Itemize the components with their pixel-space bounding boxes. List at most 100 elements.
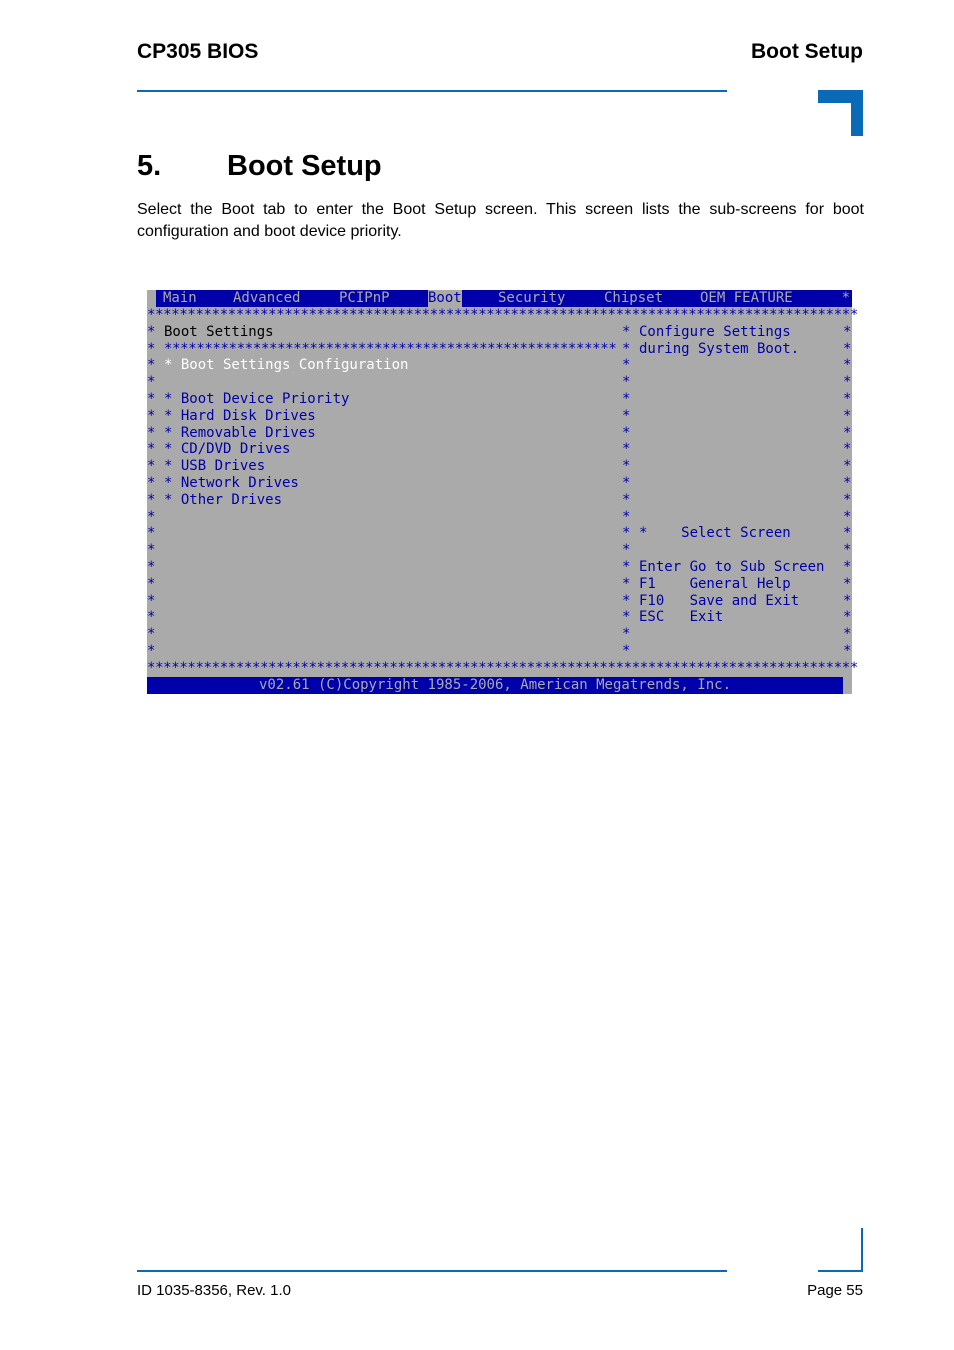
border-star: * bbox=[622, 357, 631, 374]
border-star: * bbox=[843, 626, 852, 643]
border-star: * bbox=[147, 424, 156, 441]
border-star: * bbox=[843, 357, 852, 374]
border-star: * bbox=[843, 340, 852, 357]
border-star: * bbox=[147, 458, 156, 475]
menu-item[interactable]: * Hard Disk Drives bbox=[164, 408, 316, 425]
menu-item[interactable]: * CD/DVD Drives bbox=[164, 441, 290, 458]
border-star: * bbox=[622, 542, 631, 559]
menu-item[interactable]: * USB Drives bbox=[164, 458, 265, 475]
bios-menubar: Main Advanced PCIPnP Boot Security Chips… bbox=[147, 290, 852, 307]
border-star: * bbox=[843, 475, 852, 491]
border-star: * bbox=[147, 525, 156, 542]
key-hint: F10 Save and Exit bbox=[639, 592, 800, 609]
border-star: * bbox=[843, 609, 852, 626]
key-hint: * Select Screen bbox=[639, 525, 791, 542]
border-star: * bbox=[843, 491, 852, 508]
panel-title: Boot Settings bbox=[164, 323, 274, 340]
border-star: * bbox=[843, 407, 852, 424]
border-line: ****************************************… bbox=[147, 659, 858, 676]
menu-item[interactable]: * Other Drives bbox=[164, 492, 282, 509]
border-star: * bbox=[622, 525, 631, 542]
bios-screenshot: Main Advanced PCIPnP Boot Security Chips… bbox=[147, 290, 858, 694]
menu-item[interactable]: * Boot Device Priority bbox=[164, 391, 349, 408]
border-star: * bbox=[147, 374, 156, 391]
footer-page-number: Page 55 bbox=[807, 1282, 863, 1299]
border-star: * bbox=[147, 575, 156, 592]
border-star: * bbox=[843, 391, 852, 407]
help-text: during System Boot. bbox=[639, 340, 800, 357]
border-star: * bbox=[147, 508, 156, 525]
header-doc-title: CP305 BIOS bbox=[137, 40, 259, 63]
border-star: * bbox=[622, 340, 631, 357]
border-star: * bbox=[147, 609, 156, 626]
section-title: Boot Setup bbox=[227, 150, 382, 182]
header-section-title: Boot Setup bbox=[751, 40, 863, 63]
corner-mark-top bbox=[818, 90, 863, 136]
border-star: * bbox=[147, 407, 156, 424]
border-star: * bbox=[147, 643, 156, 659]
border-star: * bbox=[622, 491, 631, 508]
border-star: * bbox=[622, 575, 631, 592]
panel-divider: ****************************************… bbox=[164, 340, 617, 357]
border-star: * bbox=[843, 323, 852, 340]
border-star: * bbox=[843, 525, 852, 542]
border-star: * bbox=[147, 441, 156, 458]
border-star: * bbox=[843, 441, 852, 458]
bios-tab-main[interactable]: Main bbox=[163, 290, 197, 307]
border-star: * bbox=[147, 626, 156, 643]
bios-footer: v02.61 (C)Copyright 1985-2006, American … bbox=[147, 677, 843, 694]
section-number: 5. bbox=[137, 150, 162, 182]
border-star: * bbox=[622, 559, 631, 575]
border-star: * bbox=[622, 374, 631, 391]
border-star: * bbox=[843, 575, 852, 592]
footer-rule bbox=[137, 1270, 727, 1272]
border-star: * bbox=[622, 626, 631, 643]
border-star: * bbox=[843, 508, 852, 525]
help-text: Configure Settings bbox=[639, 323, 791, 340]
bios-tab-security[interactable]: Security bbox=[498, 290, 565, 307]
key-hint: ESC Exit bbox=[639, 609, 724, 626]
border-star: * bbox=[622, 475, 631, 491]
border-star: * bbox=[147, 542, 156, 559]
border-star: * bbox=[622, 441, 631, 458]
border-line: ****************************************… bbox=[147, 307, 858, 323]
bios-tab-oem-feature[interactable]: OEM FEATURE bbox=[700, 290, 793, 307]
border-star: * bbox=[622, 391, 631, 407]
key-hint: F1 General Help bbox=[639, 575, 791, 592]
border-star: * bbox=[843, 424, 852, 441]
section-heading: 5. Boot Setup bbox=[137, 150, 382, 183]
border-star: * bbox=[622, 323, 631, 340]
border-star: * bbox=[147, 323, 156, 340]
header-rule bbox=[137, 90, 727, 92]
border-star: * bbox=[843, 592, 852, 609]
bios-tab-advanced[interactable]: Advanced bbox=[233, 290, 300, 307]
bios-tab-chipset[interactable]: Chipset bbox=[604, 290, 663, 307]
footer-doc-id: ID 1035-8356, Rev. 1.0 bbox=[137, 1282, 291, 1299]
border-star: * bbox=[843, 374, 852, 391]
border-star: * bbox=[841, 290, 850, 306]
border-star: * bbox=[622, 643, 631, 659]
border-star: * bbox=[843, 643, 852, 659]
bios-tab-pcipnp[interactable]: PCIPnP bbox=[339, 290, 390, 307]
intro-paragraph: Select the Boot tab to enter the Boot Se… bbox=[137, 201, 864, 240]
border-star: * bbox=[147, 559, 156, 575]
border-star: * bbox=[147, 357, 156, 374]
menu-item[interactable]: * Network Drives bbox=[164, 475, 299, 492]
border-star: * bbox=[147, 340, 156, 357]
border-star: * bbox=[147, 592, 156, 609]
border-star: * bbox=[147, 491, 156, 508]
border-star: * bbox=[622, 424, 631, 441]
bios-tab-boot[interactable]: Boot bbox=[428, 290, 462, 307]
border-star: * bbox=[843, 458, 852, 475]
corner-mark-bottom bbox=[818, 1228, 863, 1272]
border-star: * bbox=[622, 508, 631, 525]
border-star: * bbox=[622, 458, 631, 475]
menu-item-selected[interactable]: * Boot Settings Configuration bbox=[164, 357, 408, 374]
border-star: * bbox=[843, 559, 852, 575]
menu-item[interactable]: * Removable Drives bbox=[164, 425, 316, 442]
border-star: * bbox=[622, 407, 631, 424]
border-star: * bbox=[622, 609, 631, 626]
border-star: * bbox=[622, 592, 631, 609]
border-star: * bbox=[843, 542, 852, 559]
border-star: * bbox=[147, 391, 156, 407]
